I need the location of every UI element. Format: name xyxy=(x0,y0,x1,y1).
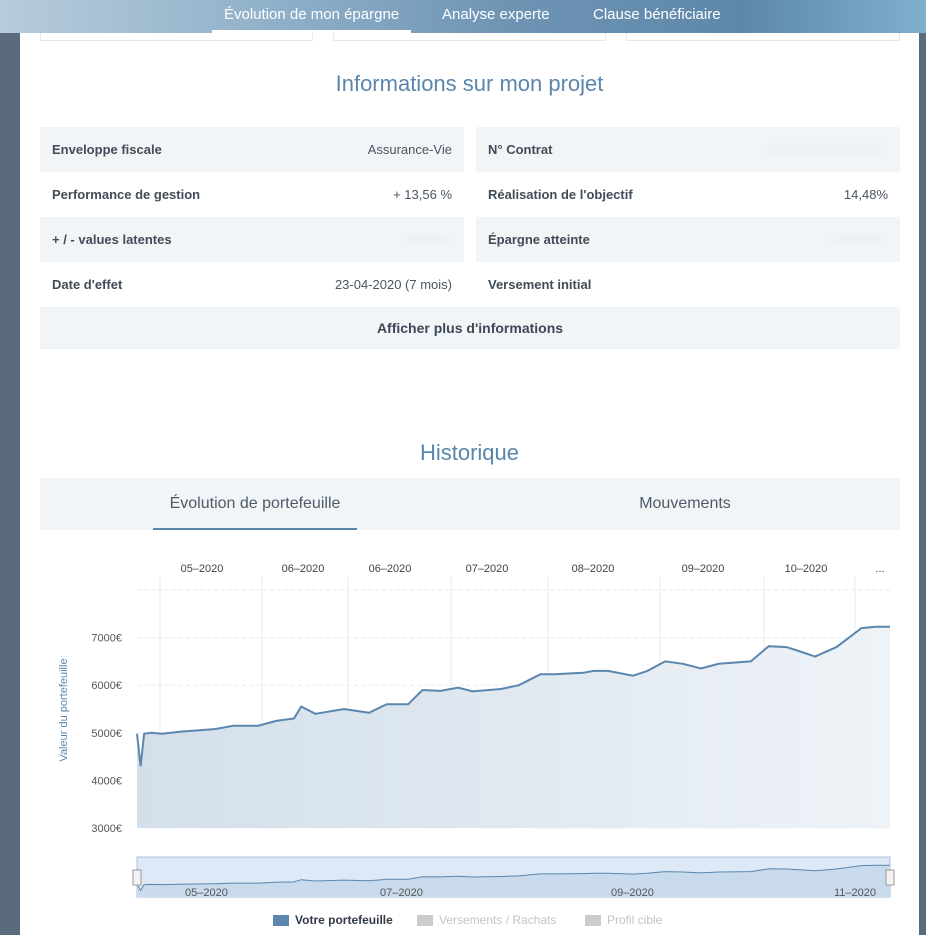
legend-label: Votre portefeuille xyxy=(295,913,393,927)
legend-item-versements[interactable]: Versements / Rachats xyxy=(417,913,556,927)
info-label: + / - values latentes xyxy=(52,232,172,247)
top-tab-bar: Évolution de mon épargne Analyse experte… xyxy=(0,0,926,33)
history-section-title: Historique xyxy=(419,440,520,465)
x-tick-label: 10–2020 xyxy=(785,563,828,575)
y-tick-label: 7000€ xyxy=(91,633,122,645)
info-label: Épargne atteinte xyxy=(488,232,590,247)
legend-swatch xyxy=(417,914,433,926)
x-tick-label: 07–2020 xyxy=(466,563,509,575)
y-tick-label: 3000€ xyxy=(91,823,122,835)
y-tick-label: 4000€ xyxy=(91,775,122,787)
history-tab-bar: Évolution de portefeuille Mouvements xyxy=(40,478,900,530)
legend-item-portefeuille[interactable]: Votre portefeuille xyxy=(273,913,393,927)
info-row-values-latentes: + / - values latentes xyxy=(40,217,464,262)
navigator-handle[interactable] xyxy=(132,869,142,886)
x-tick-label: 09–2020 xyxy=(682,563,725,575)
info-value: + 13,56 % xyxy=(393,187,452,202)
tab-evolution-epargne[interactable]: Évolution de mon épargne xyxy=(211,0,412,33)
x-tick-label: 06–2020 xyxy=(282,563,325,575)
legend-label: Profil cible xyxy=(607,913,663,927)
navigator-tick-label: 09–2020 xyxy=(611,887,654,899)
info-value-redacted xyxy=(402,232,452,247)
x-tick-label: 05–2020 xyxy=(181,563,224,575)
info-row-contrat: N° Contrat xyxy=(476,127,900,172)
info-row-versement-initial: Versement initial xyxy=(476,262,900,307)
tab-mouvements[interactable]: Mouvements xyxy=(600,478,770,530)
y-axis-label: Valeur du portefeuille xyxy=(58,658,70,761)
info-label: Performance de gestion xyxy=(52,187,201,202)
info-value: 14,48% xyxy=(843,187,888,202)
info-label: Date d'effet xyxy=(52,277,123,292)
info-value: 23-04-2020 (7 mois) xyxy=(334,277,452,292)
info-row-epargne-atteinte: Épargne atteinte xyxy=(476,217,900,262)
more-info-button[interactable]: Afficher plus d'informations xyxy=(40,307,900,349)
info-row-objectif: Réalisation de l'objectif 14,48% xyxy=(476,172,900,217)
legend-label: Versements / Rachats xyxy=(439,913,557,927)
project-section-title: Informations sur mon projet xyxy=(335,71,604,96)
info-row-enveloppe: Enveloppe fiscale Assurance-Vie xyxy=(40,127,464,172)
portfolio-chart: 3000€ 4000€ 5000€ 6000€ 7000€ 05–2020 06–2020 0… xyxy=(58,563,895,899)
info-value-redacted xyxy=(830,232,888,247)
tab-clause-beneficiaire[interactable]: Clause bénéficiaire xyxy=(593,0,721,33)
navigator-tick-label: 07–2020 xyxy=(380,887,423,899)
info-value: Assurance-Vie xyxy=(367,142,452,157)
tab-evolution-portefeuille[interactable]: Évolution de portefeuille xyxy=(153,478,357,530)
y-tick-label: 6000€ xyxy=(91,680,122,692)
legend-swatch xyxy=(585,914,601,926)
series-area-votre-portefeuille xyxy=(137,626,890,828)
info-value-redacted xyxy=(762,142,888,157)
info-row-date-effet: Date d'effet 23-04-2020 (7 mois) xyxy=(40,262,464,307)
legend-item-profil-cible[interactable]: Profil cible xyxy=(585,913,662,927)
legend-swatch xyxy=(273,914,289,926)
navigator-tick-label: 11–2020 xyxy=(834,887,876,899)
info-row-performance: Performance de gestion + 13,56 % xyxy=(40,172,464,217)
x-tick-label: 08–2020 xyxy=(572,563,615,575)
summary-card-stub xyxy=(333,33,606,41)
summary-card-stub xyxy=(40,33,313,41)
navigator-tick-label: 05–2020 xyxy=(185,887,228,899)
navigator-handle[interactable] xyxy=(885,869,895,886)
info-label: Enveloppe fiscale xyxy=(52,142,162,157)
info-label: N° Contrat xyxy=(488,142,553,157)
info-label: Versement initial xyxy=(488,277,592,292)
x-tick-label: 06–2020 xyxy=(369,563,412,575)
y-tick-label: 5000€ xyxy=(91,728,122,740)
tab-analyse-experte[interactable]: Analyse experte xyxy=(442,0,550,33)
summary-card-stub xyxy=(626,33,900,41)
info-label: Réalisation de l'objectif xyxy=(488,187,633,202)
x-tick-label: ... xyxy=(875,563,884,575)
